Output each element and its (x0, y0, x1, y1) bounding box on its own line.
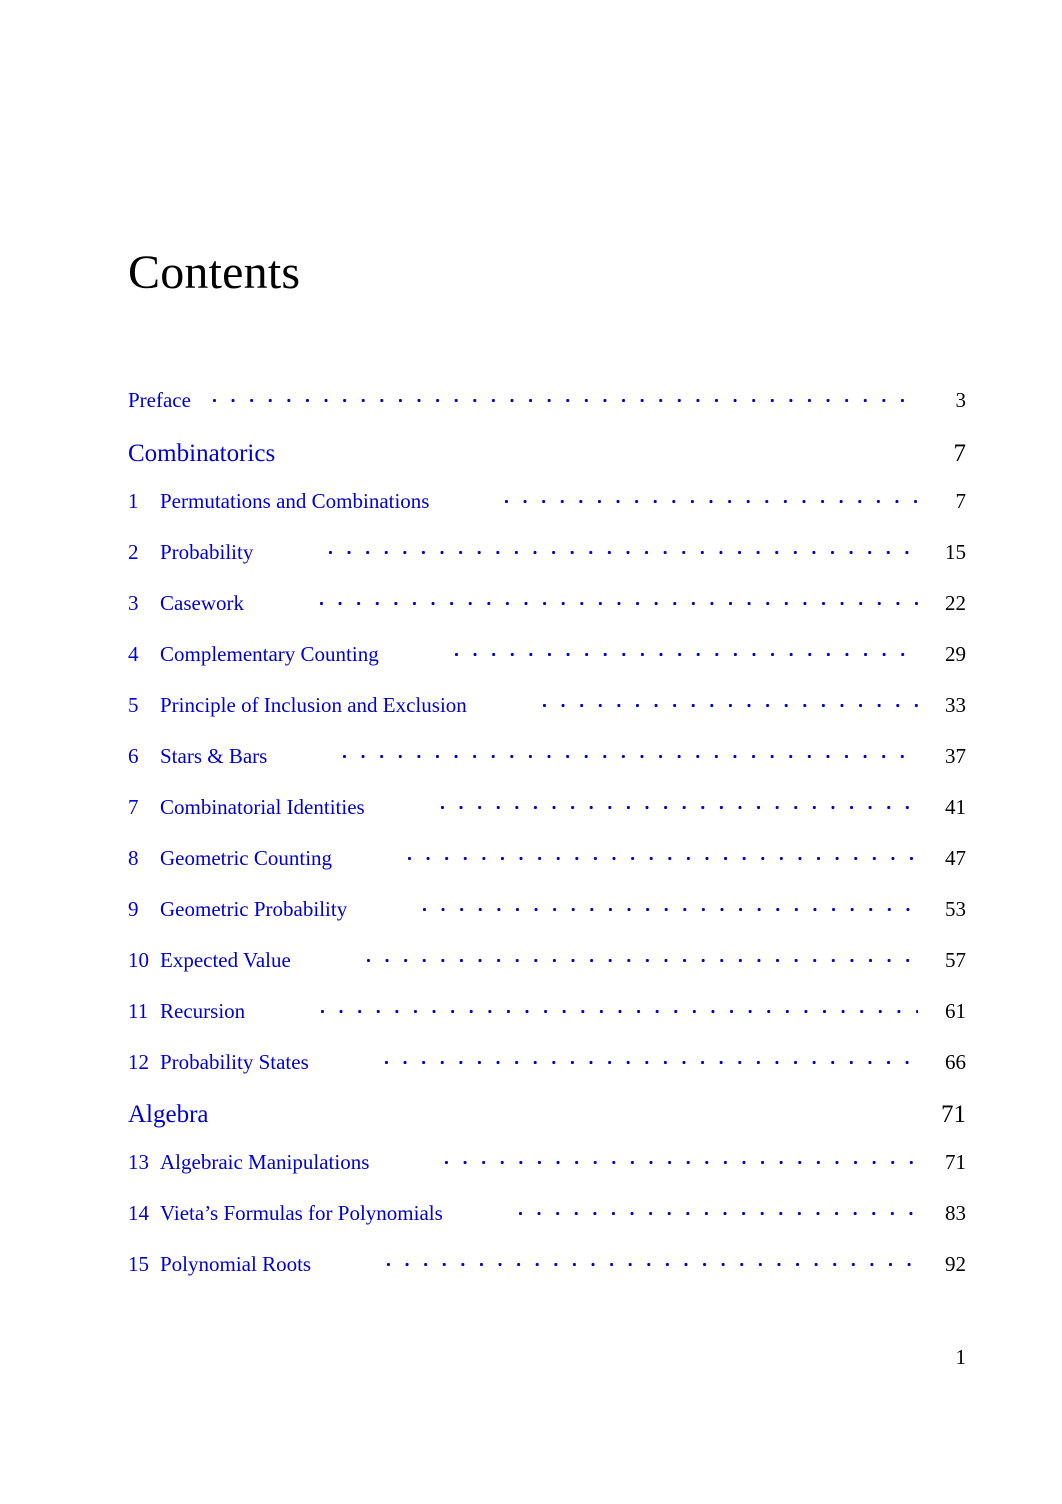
toc-entry-number: 3 (128, 591, 139, 615)
toc-entry-page: 3 (955, 388, 967, 412)
toc-entry-title: Expected Value (160, 948, 291, 972)
toc-entry-number: 14 (128, 1201, 149, 1225)
toc-entry-chapter-13[interactable]: 13 Algebraic Manipulations 71 (128, 1150, 966, 1175)
toc-entry-title: Complementary Counting (160, 642, 379, 666)
page-title: Contents (128, 246, 301, 299)
page-folio: 1 (955, 1345, 967, 1369)
toc-entry-number: 13 (128, 1150, 149, 1174)
dot-leader (387, 1255, 918, 1271)
part-spacer (279, 445, 918, 461)
toc-entry-page: 92 (945, 1252, 966, 1276)
toc-part-combinatorics[interactable]: Combinatorics 7 (128, 440, 966, 468)
toc-entry-title: Geometric Counting (160, 846, 333, 870)
toc-entry-chapter-2[interactable]: 2 Probability 15 (128, 540, 966, 565)
toc-entry-page: 47 (945, 846, 966, 870)
toc-entry-list: Preface 3 Combinatorics 7 1 Permutations… (128, 388, 966, 1303)
dot-leader (408, 849, 918, 865)
toc-entry-preface[interactable]: Preface 3 (128, 388, 966, 413)
toc-entry-chapter-1[interactable]: 1 Permutations and Combinations 7 (128, 489, 966, 514)
toc-entry-chapter-15[interactable]: 15 Polynomial Roots 92 (128, 1252, 966, 1277)
toc-entry-number: 15 (128, 1252, 149, 1276)
toc-entry-title: Principle of Inclusion and Exclusion (160, 693, 467, 717)
toc-entry-page: 57 (945, 948, 966, 972)
toc-part-algebra[interactable]: Algebra 71 (128, 1101, 966, 1129)
toc-entry-page: 53 (945, 897, 966, 921)
toc-entry-page: 22 (945, 591, 966, 615)
toc-entry-title: Stars & Bars (160, 744, 268, 768)
toc-entry-page: 41 (945, 795, 966, 819)
dot-leader (212, 391, 918, 407)
dot-leader (329, 543, 918, 559)
toc-entry-title: Geometric Probability (160, 897, 348, 921)
dot-leader (445, 1153, 918, 1169)
dot-leader (542, 696, 918, 712)
toc-entry-page: 83 (945, 1201, 966, 1225)
toc-entry-title: Polynomial Roots (160, 1252, 312, 1276)
toc-entry-title: Combinatorial Identities (160, 795, 365, 819)
toc-entry-number: 6 (128, 744, 139, 768)
toc-entry-chapter-9[interactable]: 9 Geometric Probability 53 (128, 897, 966, 922)
toc-entry-chapter-7[interactable]: 7 Combinatorial Identities 41 (128, 795, 966, 820)
toc-entry-chapter-3[interactable]: 3 Casework 22 (128, 591, 966, 616)
toc-entry-number: 2 (128, 540, 139, 564)
toc-entry-page: 61 (945, 999, 966, 1023)
toc-entry-title: Algebraic Manipulations (160, 1150, 370, 1174)
toc-entry-page: 37 (945, 744, 966, 768)
toc-entry-number: 4 (128, 642, 139, 666)
toc-entry-chapter-14[interactable]: 14 Vieta’s Formulas for Polynomials 83 (128, 1201, 966, 1226)
toc-entry-number: 12 (128, 1050, 149, 1074)
dot-leader (321, 1002, 918, 1018)
toc-entry-number: 1 (128, 489, 139, 513)
toc-entry-title: Probability States (160, 1050, 309, 1074)
toc-entry-chapter-6[interactable]: 6 Stars & Bars 37 (128, 744, 966, 769)
toc-entry-chapter-10[interactable]: 10 Expected Value 57 (128, 948, 966, 973)
dot-leader (454, 645, 918, 661)
toc-entry-page: 66 (945, 1050, 966, 1074)
toc-entry-title: Preface (128, 388, 191, 412)
toc-entry-number: 8 (128, 846, 139, 870)
toc-part-page: 71 (941, 1101, 966, 1128)
toc-entry-chapter-11[interactable]: 11 Recursion 61 (128, 999, 966, 1024)
toc-entry-page: 15 (945, 540, 966, 564)
dot-leader (319, 594, 918, 610)
toc-entry-number: 5 (128, 693, 139, 717)
dot-leader (384, 1053, 918, 1069)
dot-leader (423, 900, 918, 916)
dot-leader (440, 798, 918, 814)
toc-entry-chapter-12[interactable]: 12 Probability States 66 (128, 1050, 966, 1075)
toc-entry-title: Vieta’s Formulas for Polynomials (160, 1201, 443, 1225)
toc-entry-title: Recursion (160, 999, 246, 1023)
part-spacer (213, 1106, 918, 1122)
toc-entry-title: Permutations and Combinations (160, 489, 430, 513)
toc-entry-page: 7 (955, 489, 967, 513)
toc-entry-number: 7 (128, 795, 139, 819)
dot-leader (505, 492, 918, 508)
toc-entry-page: 29 (945, 642, 966, 666)
dot-leader (366, 951, 918, 967)
toc-part-title: Combinatorics (128, 440, 276, 467)
toc-entry-number: 10 (128, 948, 149, 972)
toc-part-title: Algebra (128, 1101, 209, 1128)
toc-entry-page: 71 (945, 1150, 966, 1174)
toc-entry-number: 11 (128, 999, 149, 1023)
toc-entry-chapter-8[interactable]: 8 Geometric Counting 47 (128, 846, 966, 871)
toc-entry-chapter-5[interactable]: 5 Principle of Inclusion and Exclusion 3… (128, 693, 966, 718)
toc-entry-page: 33 (945, 693, 966, 717)
dot-leader (518, 1204, 918, 1220)
dot-leader (343, 747, 918, 763)
toc-entry-title: Casework (160, 591, 244, 615)
toc-entry-number: 9 (128, 897, 139, 921)
toc-entry-title: Probability (160, 540, 254, 564)
toc-page: Contents Preface 3 Combinatorics 7 1 Per… (0, 0, 1062, 1504)
toc-entry-chapter-4[interactable]: 4 Complementary Counting 29 (128, 642, 966, 667)
toc-part-page: 7 (953, 440, 967, 467)
